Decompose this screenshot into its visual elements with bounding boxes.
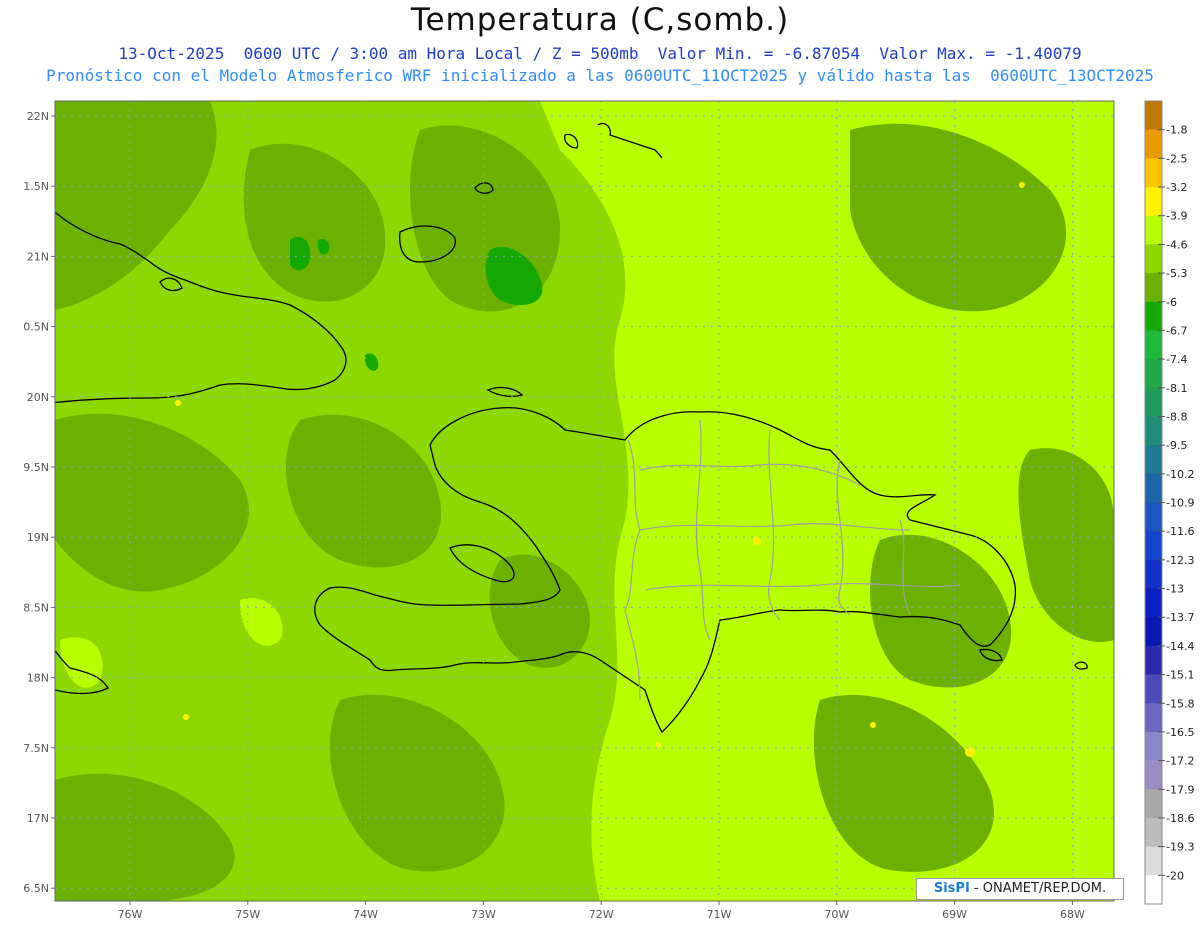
colorbar-swatch xyxy=(1145,731,1162,762)
lat-label: 7.5N xyxy=(23,742,49,755)
colorbar-swatch xyxy=(1145,559,1162,590)
colorbar-label: -2.5 xyxy=(1166,152,1187,165)
lat-label: 8.5N xyxy=(23,601,49,614)
lat-label: 20N xyxy=(27,391,49,404)
colorbar-swatch xyxy=(1145,588,1162,618)
lon-label: 70W xyxy=(824,908,849,921)
colorbar-label: -20 xyxy=(1166,869,1184,882)
lat-label: 22N xyxy=(27,110,49,123)
credit-text: - ONAMET/REP.DOM. xyxy=(969,881,1107,896)
colorbar-swatch xyxy=(1145,273,1162,303)
lat-label: 0.5N xyxy=(23,321,49,334)
field-max-spot xyxy=(965,747,975,757)
colorbar-swatch xyxy=(1145,416,1162,446)
lon-label: 73W xyxy=(471,908,496,921)
colorbar-label: -18.6 xyxy=(1166,812,1194,825)
colorbar-swatch xyxy=(1145,875,1162,905)
colorbar-swatch xyxy=(1145,215,1162,245)
colorbar-label: -8.1 xyxy=(1166,382,1187,395)
colorbar-swatch xyxy=(1145,244,1162,274)
colorbar-label: -10.2 xyxy=(1166,468,1194,481)
colorbar-swatch xyxy=(1145,158,1162,188)
colorbar-label: -14.4 xyxy=(1166,640,1194,653)
colorbar-label: -1.8 xyxy=(1166,124,1187,137)
colorbar-swatch xyxy=(1145,330,1162,360)
colorbar-label: -15.1 xyxy=(1166,669,1194,682)
lat-label: 18N xyxy=(27,672,49,685)
lon-label: 71W xyxy=(707,908,732,921)
colorbar: -1.8 -2.5 -3.2 -3.9 -4.6 -5.3 -6 -6.7 -7.4 -8.1 -8… xyxy=(1144,100,1194,905)
colorbar-swatch xyxy=(1145,387,1162,417)
colorbar-label: -9.5 xyxy=(1166,439,1187,452)
lon-label: 69W xyxy=(942,908,967,921)
colorbar-swatch xyxy=(1145,645,1162,676)
colorbar-label: -17.2 xyxy=(1166,755,1194,768)
lon-label: 74W xyxy=(353,908,378,921)
lat-label: 19N xyxy=(27,531,49,544)
colorbar-label: -4.6 xyxy=(1166,238,1187,251)
field-max-spot xyxy=(1019,182,1025,188)
field-max-spot xyxy=(753,537,761,545)
colorbar-swatch xyxy=(1145,445,1162,475)
colorbar-swatch xyxy=(1145,674,1162,704)
colorbar-swatch xyxy=(1145,617,1162,647)
colorbar-label: -10.9 xyxy=(1166,497,1194,510)
latitude-labels: 22N 1.5N 21N 0.5N 20N 9.5N 19N 8.5N 18N 7.5N 17N 6.… xyxy=(23,110,55,895)
colorbar-label: -5.3 xyxy=(1166,267,1187,280)
colorbar-swatch xyxy=(1145,846,1162,876)
temperature-field xyxy=(55,101,1114,901)
colorbar-swatch xyxy=(1145,531,1162,561)
colorbar-label: -3.9 xyxy=(1166,210,1187,223)
longitude-labels: 76W 75W 74W 73W 72W 71W 70W 69W 68W xyxy=(118,901,1085,921)
lat-label: 9.5N xyxy=(23,461,49,474)
lon-label: 76W xyxy=(118,908,143,921)
colorbar-label: -15.8 xyxy=(1166,697,1194,710)
colorbar-swatch xyxy=(1145,760,1162,790)
colorbar-label: -13.7 xyxy=(1166,611,1194,624)
colorbar-label: -12.3 xyxy=(1166,554,1194,567)
colorbar-label: -17.9 xyxy=(1166,783,1194,796)
lat-label: 17N xyxy=(27,812,49,825)
lat-label: 21N xyxy=(27,250,49,263)
lon-label: 75W xyxy=(235,908,260,921)
colorbar-swatch xyxy=(1145,817,1162,848)
colorbar-label: -6.7 xyxy=(1166,324,1187,337)
colorbar-swatch xyxy=(1145,502,1162,532)
colorbar-label: -3.2 xyxy=(1166,181,1187,194)
credit-box: SisPI - ONAMET/REP.DOM. xyxy=(916,878,1124,900)
field-max-spot xyxy=(175,400,181,406)
sispi-logo: SisPI xyxy=(933,881,970,896)
colorbar-swatch xyxy=(1145,187,1162,217)
colorbar-label: -13 xyxy=(1166,583,1184,596)
colorbar-swatch xyxy=(1145,473,1162,503)
colorbar-swatch xyxy=(1145,359,1162,389)
colorbar-swatch xyxy=(1145,129,1162,159)
colorbar-label: -6 xyxy=(1166,296,1177,309)
colorbar-swatch xyxy=(1145,301,1162,331)
colorbar-label: -11.6 xyxy=(1166,525,1194,538)
field-max-spot xyxy=(870,722,876,728)
field-max-spot xyxy=(655,742,661,748)
colorbar-label: -19.3 xyxy=(1166,841,1194,854)
lat-label: 6.5N xyxy=(23,882,49,895)
colorbar-swatch xyxy=(1145,789,1162,819)
colorbar-label: -8.8 xyxy=(1166,410,1187,423)
colorbar-label: -16.5 xyxy=(1166,726,1194,739)
colorbar-swatch xyxy=(1145,101,1162,131)
colorbar-swatch xyxy=(1145,703,1162,733)
colorbar-label: -7.4 xyxy=(1166,353,1187,366)
lat-label: 1.5N xyxy=(23,180,49,193)
lon-label: 72W xyxy=(589,908,614,921)
forecast-map: 22N 1.5N 21N 0.5N 20N 9.5N 19N 8.5N 18N 7.5N 17N 6.… xyxy=(23,100,1194,921)
field-max-spot xyxy=(183,714,189,720)
lon-label: 68W xyxy=(1060,908,1085,921)
